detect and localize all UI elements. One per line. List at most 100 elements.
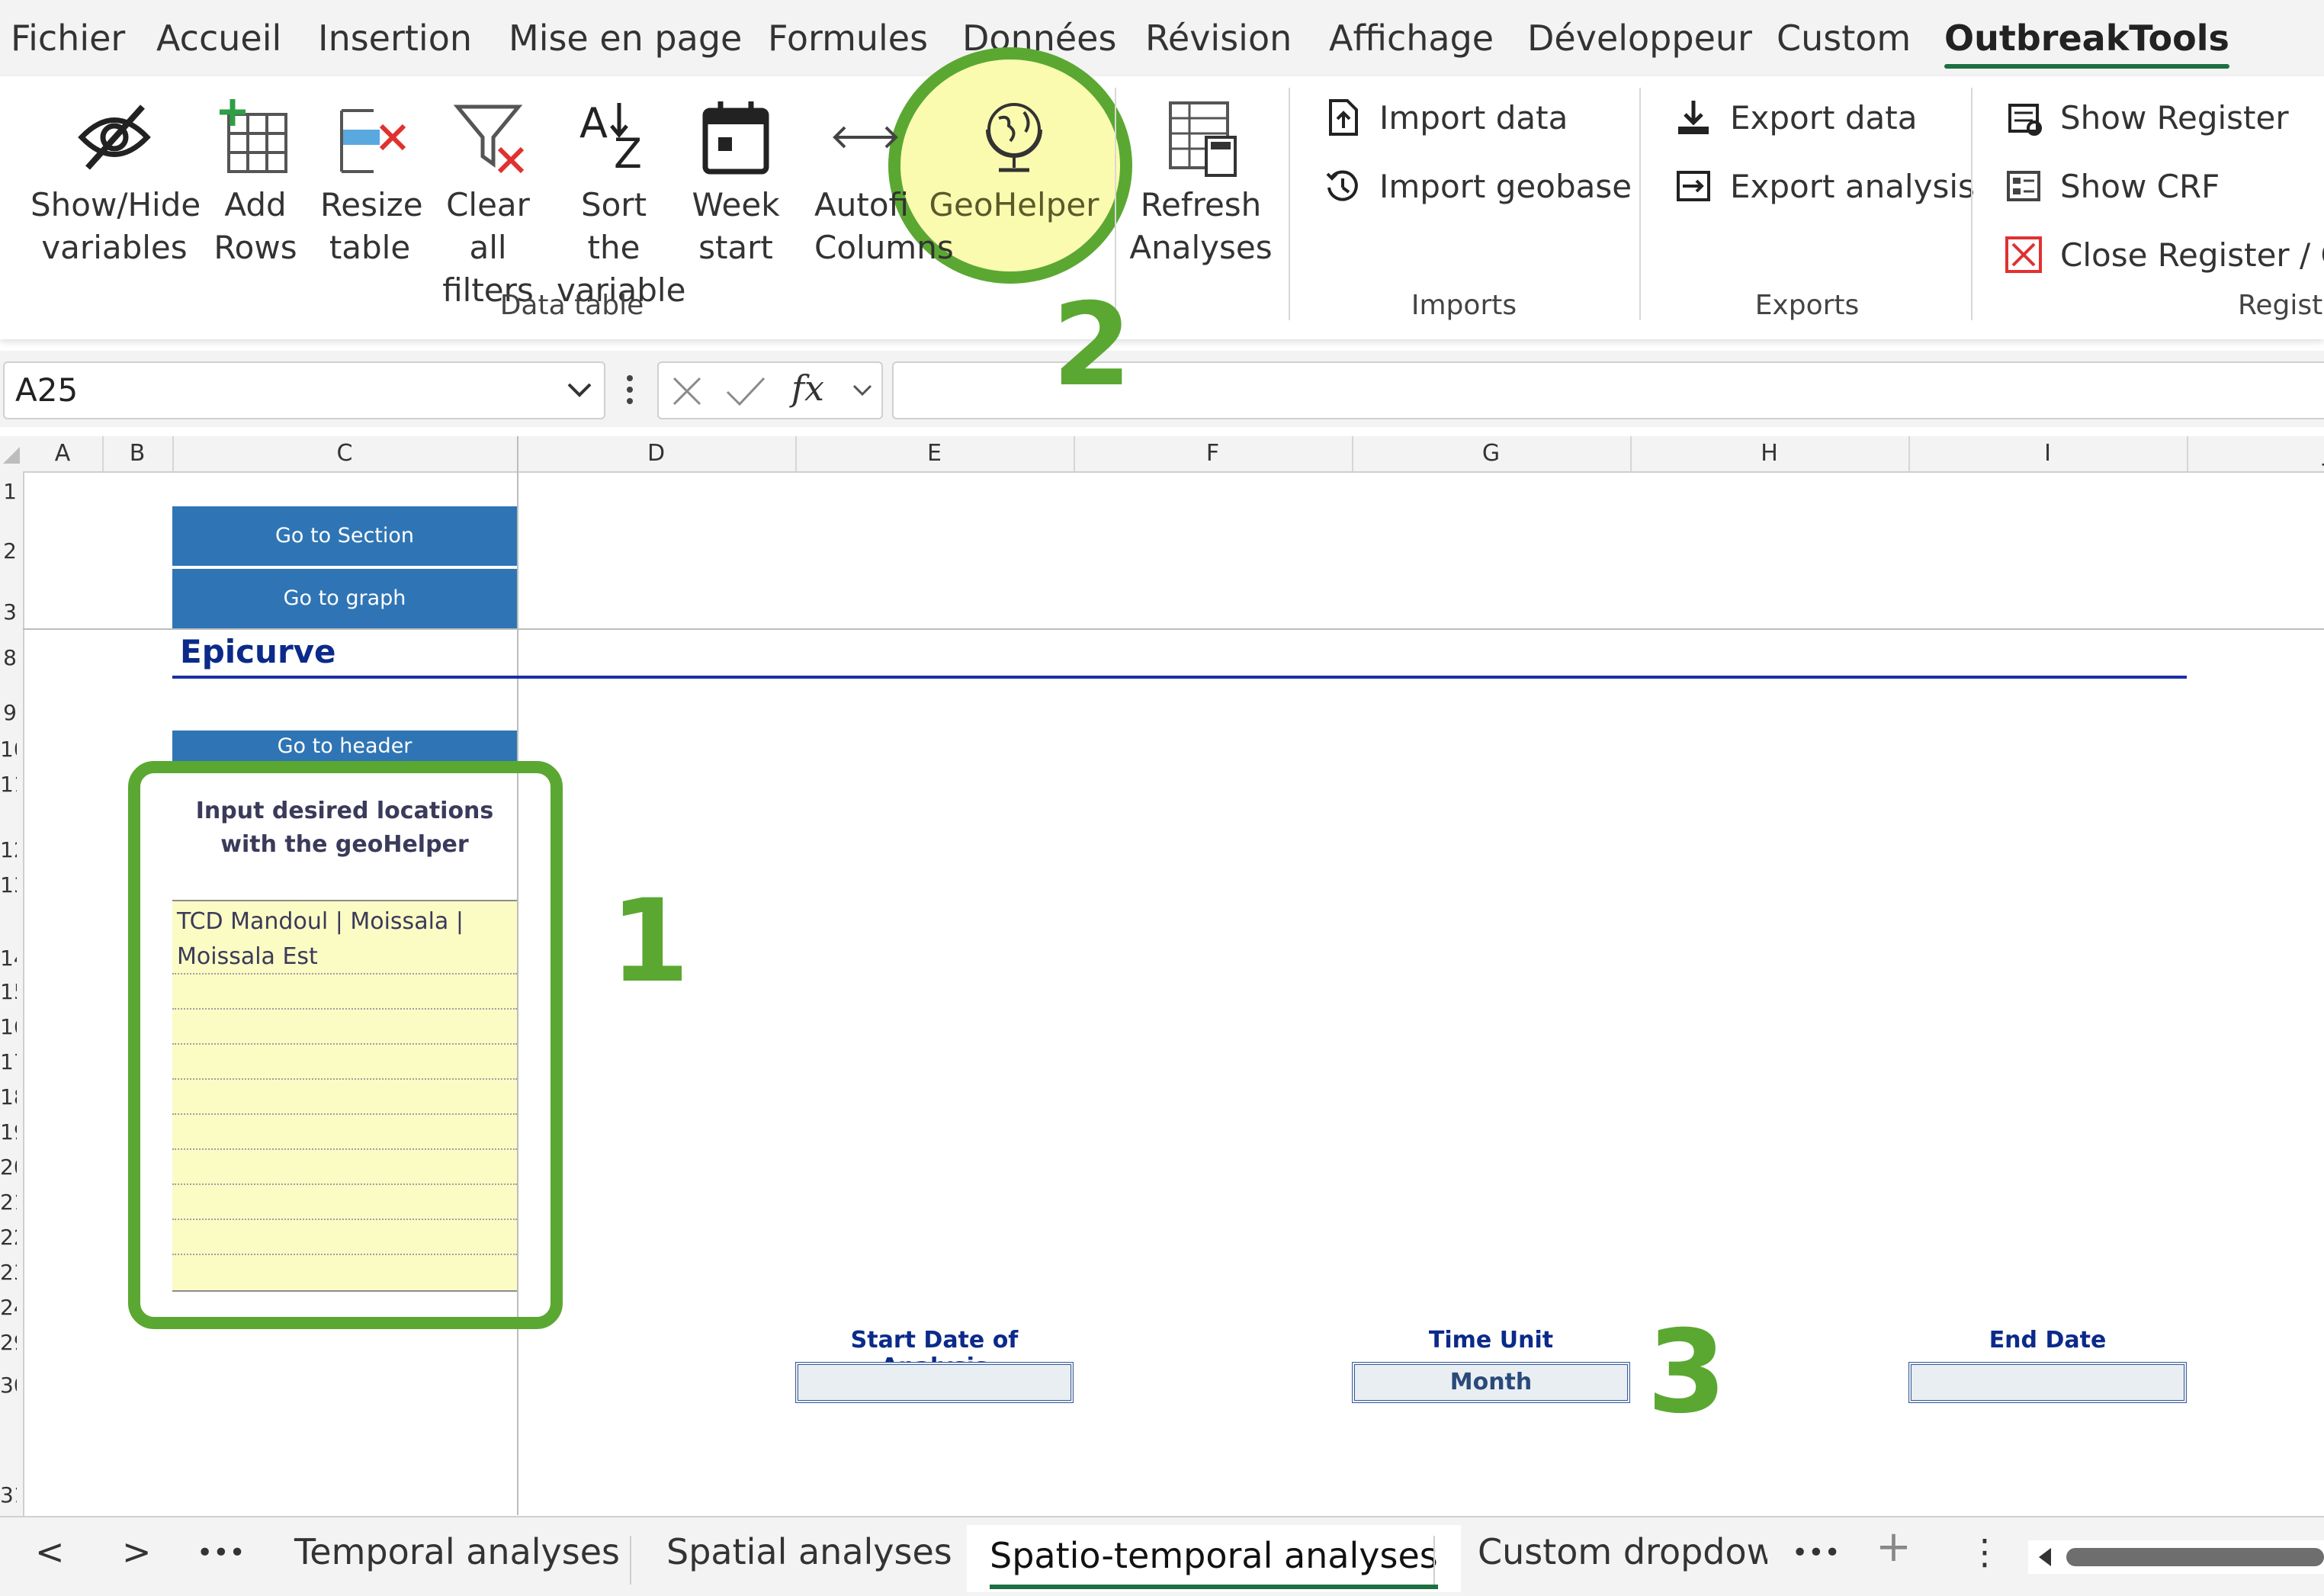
refresh-analyses-button[interactable]: Refresh Analyses (1128, 95, 1273, 269)
time-unit-field[interactable]: Month (1352, 1362, 1630, 1403)
menu-affichage[interactable]: Affichage (1329, 15, 1494, 61)
menu-fichier[interactable]: Fichier (11, 15, 125, 61)
close-box-icon (2005, 236, 2042, 273)
column-header-c[interactable]: C (172, 436, 518, 471)
go-to-section-button[interactable]: Go to Section (172, 506, 517, 566)
column-header-j[interactable]: J (2187, 436, 2324, 471)
menu-mise-en-page[interactable]: Mise en page (509, 15, 742, 61)
row-header[interactable]: 8 (0, 645, 17, 670)
row-header[interactable]: 17 (0, 1049, 17, 1074)
menu-formules[interactable]: Formules (768, 15, 928, 61)
week-start-button[interactable]: Week start (682, 95, 789, 269)
export-analysis-button[interactable]: Export analysis (1674, 166, 1975, 206)
row-header[interactable]: 13 (0, 872, 17, 898)
autofit-columns-button[interactable]: Autofi Columns (793, 95, 954, 269)
end-date-field[interactable] (1908, 1362, 2187, 1403)
row-header[interactable]: 29 (0, 1330, 17, 1355)
row-header[interactable]: 23 (0, 1260, 17, 1285)
group-label-data-table: Data table (499, 290, 644, 321)
column-header-e[interactable]: E (795, 436, 1075, 471)
formula-controls: fx (657, 361, 883, 419)
add-rows-button[interactable]: Add Rows (206, 95, 305, 269)
row-header[interactable]: 21 (0, 1190, 17, 1215)
row-header[interactable]: 19 (0, 1119, 17, 1145)
close-register-button[interactable]: Close Register / CRF (2004, 235, 2324, 275)
tab-next-button[interactable]: > (122, 1531, 152, 1572)
row-header[interactable]: 1 (0, 479, 17, 504)
start-date-field[interactable] (795, 1362, 1074, 1403)
resize-table-icon (340, 109, 406, 173)
form-icon (2007, 171, 2040, 201)
sort-variable-button[interactable]: A Z Sort the variable (557, 95, 685, 312)
show-hide-variables-button[interactable]: Show/Hide variables (30, 95, 201, 269)
tab-spatio-temporal-analyses[interactable]: Spatio-temporal analyses (967, 1525, 1461, 1592)
row-header[interactable]: 9 (0, 700, 17, 725)
geohelper-button[interactable]: GeoHelper (926, 95, 1102, 226)
chevron-down-icon[interactable] (566, 380, 593, 401)
time-unit-label: Time Unit (1428, 1327, 1554, 1354)
clear-filters-button[interactable]: Clear all filters (431, 95, 545, 312)
cancel-x-icon[interactable] (669, 374, 705, 409)
row-header[interactable]: 2 (0, 538, 17, 564)
callout-number-3: 3 (1647, 1306, 1727, 1439)
resize-table-button[interactable]: Resize table (320, 95, 423, 269)
column-header-a[interactable]: A (23, 436, 104, 471)
row-header[interactable]: 30 (0, 1373, 17, 1398)
export-data-button[interactable]: Export data (1674, 98, 1917, 137)
column-header-f[interactable]: F (1074, 436, 1353, 471)
row-header[interactable]: 20 (0, 1154, 17, 1180)
tab-custom-dropdown[interactable]: Custom dropdowr (1478, 1531, 1767, 1572)
horizontal-scrollbar[interactable] (2028, 1540, 2324, 1574)
chevron-down-icon[interactable] (851, 381, 874, 400)
column-header-b[interactable]: B (102, 436, 174, 471)
column-header-d[interactable]: D (517, 436, 797, 471)
ribbon-separator (1971, 88, 1973, 320)
column-headers: A B C D E F G H I J (0, 436, 2324, 473)
menu-revision[interactable]: Révision (1145, 15, 1292, 61)
row-header[interactable]: 22 (0, 1225, 17, 1250)
more-vertical-icon[interactable] (624, 372, 636, 407)
go-to-graph-button[interactable]: Go to graph (172, 569, 517, 628)
row-header[interactable]: 24 (0, 1295, 17, 1320)
column-header-g[interactable]: G (1352, 436, 1632, 471)
select-all-corner[interactable] (2, 445, 21, 465)
row-header[interactable]: 3 (0, 599, 17, 625)
row-header[interactable]: 14 (0, 946, 17, 971)
menu-bar: Fichier Accueil Insertion Mise en page F… (0, 0, 2324, 76)
menu-custom[interactable]: Custom (1777, 15, 1911, 61)
menu-outbreaktools[interactable]: OutbreakTools (1944, 15, 2229, 69)
tab-separator (630, 1536, 631, 1585)
insert-function-icon[interactable]: fx (791, 368, 824, 409)
tab-overflow-button[interactable]: ••• (1792, 1537, 1841, 1569)
row-header[interactable]: 18 (0, 1084, 17, 1109)
row-header[interactable]: 16 (0, 1014, 17, 1039)
scroll-left-icon[interactable] (2034, 1546, 2056, 1568)
freeze-pane-horizontal (23, 628, 2324, 630)
row-header[interactable]: 12 (0, 837, 17, 862)
name-box[interactable]: A25 (3, 361, 605, 419)
menu-accueil[interactable]: Accueil (156, 15, 281, 61)
scrollbar-thumb[interactable] (2066, 1548, 2324, 1566)
tab-spatial-analyses[interactable]: Spatial analyses (666, 1531, 952, 1572)
add-sheet-button[interactable]: + (1876, 1522, 1912, 1572)
tab-temporal-analyses[interactable]: Temporal analyses (294, 1531, 620, 1572)
svg-text:A: A (579, 99, 608, 147)
row-header[interactable]: 15 (0, 979, 17, 1004)
enter-check-icon[interactable] (724, 374, 767, 409)
tab-prev-button[interactable]: < (35, 1531, 65, 1572)
tab-more-button[interactable]: ••• (197, 1537, 246, 1569)
go-to-header-button[interactable]: Go to header (172, 731, 517, 763)
show-register-button[interactable]: Show Register (2004, 98, 2289, 137)
import-data-button[interactable]: Import data (1323, 98, 1568, 137)
column-header-i[interactable]: I (1908, 436, 2188, 471)
row-header[interactable]: 11 (0, 772, 17, 797)
import-geobase-button[interactable]: Import geobase (1323, 166, 1632, 206)
group-label-register: Registe (2238, 290, 2324, 321)
column-header-h[interactable]: H (1630, 436, 1910, 471)
menu-developpeur[interactable]: Développeur (1527, 15, 1752, 61)
show-crf-button[interactable]: Show CRF (2004, 166, 2220, 206)
sheet-options-button[interactable]: ⋮ (1967, 1531, 2002, 1572)
menu-insertion[interactable]: Insertion (318, 15, 472, 61)
row-header[interactable]: 10 (0, 737, 17, 762)
row-header[interactable]: 31 (0, 1482, 17, 1508)
